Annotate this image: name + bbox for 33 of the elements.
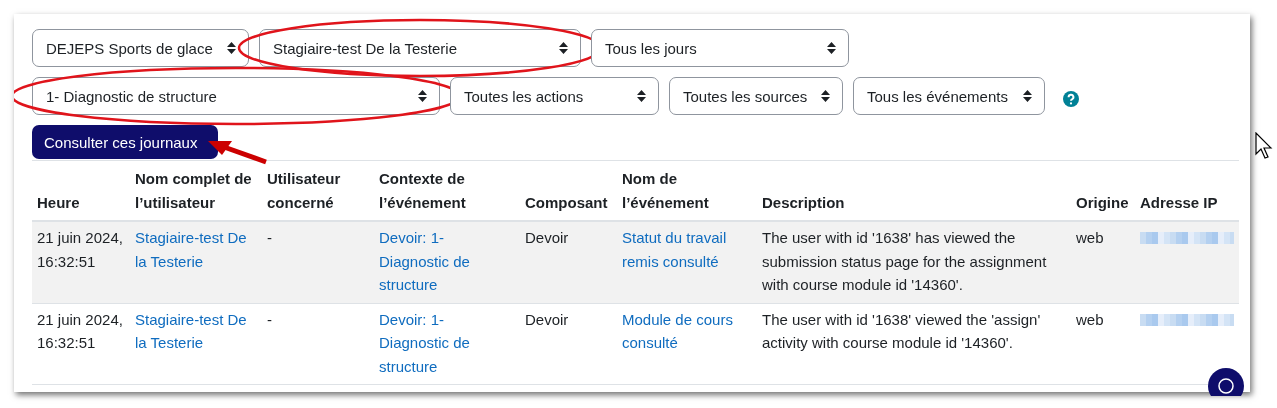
filter-select[interactable]: DEJEPS Sports de glace	[32, 29, 249, 67]
context-link[interactable]: Devoir: 1- Diagnostic de structure	[379, 226, 516, 297]
filter-select[interactable]: Stagiaire-test De la Testerie	[259, 29, 581, 67]
sort-arrows-icon	[1023, 90, 1032, 102]
event-link[interactable]: Statut du travail remis consulté	[622, 226, 753, 273]
sort-arrows-icon	[637, 90, 646, 102]
table-cell: 21 juin 2024, 16:32:51	[32, 303, 130, 385]
table-cell: -	[262, 221, 374, 303]
user-link[interactable]: Stagiaire-test De la Testerie	[135, 226, 258, 273]
context-link[interactable]: Devoir: 1- Diagnostic de structure	[379, 307, 516, 378]
sort-arrows-icon	[227, 42, 236, 54]
view-logs-button[interactable]: Consulter ces journaux	[32, 125, 218, 159]
table-cell: -	[262, 303, 374, 385]
filter-select[interactable]: Tous les événements	[853, 77, 1045, 115]
help-fab-icon[interactable]	[1208, 368, 1244, 396]
user-link[interactable]: Stagiaire-test De la Testerie	[135, 307, 258, 355]
sort-arrows-icon	[559, 42, 568, 54]
table-cell: Devoir	[520, 221, 617, 303]
table-cell: Devoir	[520, 303, 617, 385]
table-cell: web	[1071, 221, 1135, 303]
help-icon[interactable]	[1063, 91, 1079, 107]
sort-arrows-icon	[418, 90, 427, 102]
filter-select[interactable]: Tous les jours	[591, 29, 849, 67]
table-cell: The user with id '1638' viewed the 'assign' activity with course module id '14360'.	[757, 303, 1071, 385]
filter-select[interactable]: 1- Diagnostic de structure	[32, 77, 440, 115]
table-cell: The user with id '1638' has viewed the submission status page for the assignment with course module id '14360'.	[757, 221, 1071, 303]
event-link[interactable]: Module de cours consulté	[622, 307, 753, 355]
sort-arrows-icon	[827, 42, 836, 54]
filter-select[interactable]: Toutes les sources	[669, 77, 843, 115]
table-cell: 21 juin 2024, 16:32:51	[32, 221, 130, 303]
sort-arrows-icon	[821, 90, 830, 102]
table-cell: web	[1071, 303, 1135, 385]
filter-select[interactable]: Toutes les actions	[450, 77, 659, 115]
